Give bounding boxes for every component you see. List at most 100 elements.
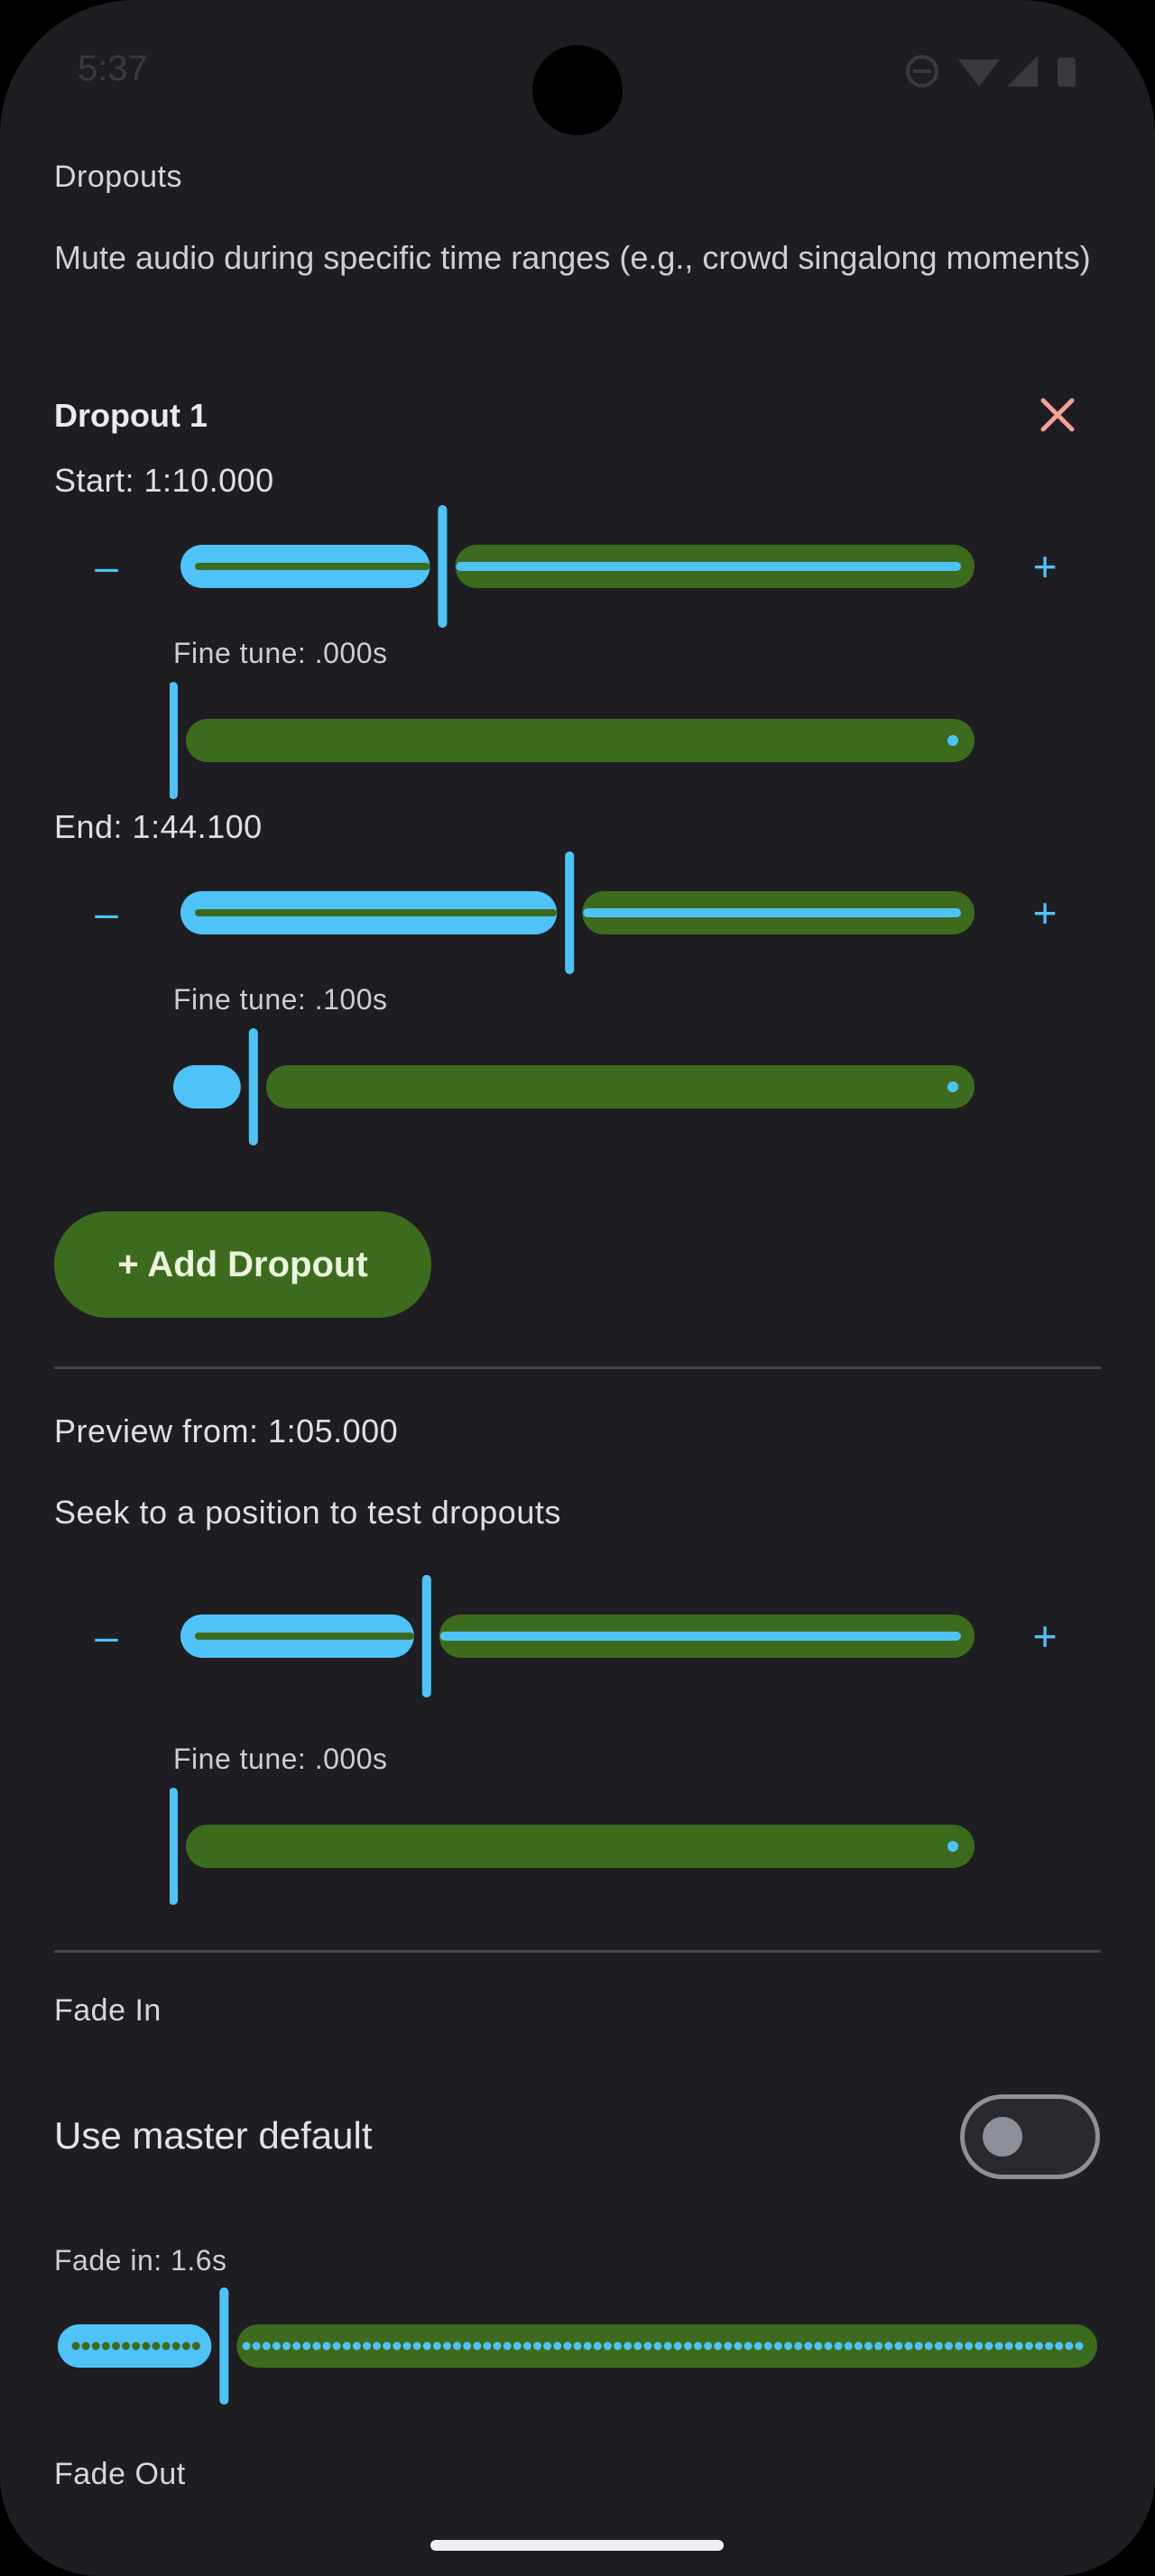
slider-step-dot — [181, 2341, 190, 2351]
close-icon[interactable] — [1036, 393, 1079, 437]
slider-step-dot — [81, 2341, 90, 2351]
slider-step-dot — [714, 2341, 723, 2351]
slider-step-dot — [884, 2341, 893, 2351]
preview-decrement-button[interactable]: – — [79, 1609, 134, 1663]
slider-step-dot — [262, 2341, 271, 2351]
slider-step-dot — [794, 2341, 803, 2351]
slider-step-dot — [814, 2341, 823, 2351]
slider-step-dot — [683, 2341, 692, 2351]
slider-step-dot — [613, 2341, 622, 2351]
slider-step-dot — [1055, 2341, 1064, 2351]
slider-step-dot — [463, 2341, 472, 2351]
slider-step-dot — [453, 2341, 462, 2351]
preview-fine-slider[interactable] — [170, 1788, 978, 1905]
slider-active-track — [173, 1065, 241, 1109]
slider-step-dot — [844, 2341, 853, 2351]
slider-step-dot — [744, 2341, 753, 2351]
slider-step-dot — [1065, 2341, 1074, 2351]
slider-handle — [170, 682, 178, 799]
slider-end-dot — [947, 1841, 958, 1852]
slider-step-dot — [302, 2341, 311, 2351]
slider-step-dot — [994, 2341, 1003, 2351]
slider-step-dot — [503, 2341, 512, 2351]
slider-step-dot — [874, 2341, 883, 2351]
slider-step-dot — [111, 2341, 120, 2351]
preview-hint: Seek to a position to test dropouts — [54, 1494, 561, 1531]
slider-step-dot — [132, 2341, 141, 2351]
start-fine-slider[interactable] — [170, 682, 978, 799]
slider-step-dot — [312, 2341, 321, 2351]
slider-step-dot — [573, 2341, 582, 2351]
preview-label: Preview from: 1:05.000 — [54, 1412, 399, 1449]
slider-step-dot — [402, 2341, 411, 2351]
slider-end-dot — [947, 1081, 958, 1092]
divider — [54, 1366, 1101, 1369]
slider-handle — [248, 1028, 258, 1145]
slider-step-dot — [763, 2341, 772, 2351]
fade-out-title: Fade Out — [54, 2457, 186, 2491]
slider-step-dot — [924, 2341, 933, 2351]
end-coarse-slider[interactable] — [177, 851, 978, 974]
slider-handle — [170, 1788, 178, 1905]
slider-step-dot — [653, 2341, 662, 2351]
slider-step-dot — [673, 2341, 682, 2351]
slider-step-dot — [543, 2341, 552, 2351]
slider-step-dot — [693, 2341, 702, 2351]
slider-step-dot — [352, 2341, 361, 2351]
slider-step-dot — [1024, 2341, 1033, 2351]
slider-step-dot — [784, 2341, 793, 2351]
slider-step-dot — [71, 2341, 80, 2351]
end-decrement-button[interactable]: – — [79, 886, 134, 940]
wifi-icon — [958, 60, 1000, 87]
slider-step-dot — [553, 2341, 562, 2351]
slider-step-dot — [834, 2341, 843, 2351]
slider-step-dot — [142, 2341, 151, 2351]
start-decrement-button[interactable]: – — [79, 539, 134, 593]
slider-step-dot — [432, 2341, 441, 2351]
slider-step-dot — [724, 2341, 733, 2351]
screen: 5:37 Dropouts Mute audio during specific… — [0, 0, 1155, 2576]
slider-step-dot — [643, 2341, 652, 2351]
slider-step-dot — [122, 2341, 131, 2351]
slider-step-dot — [965, 2341, 974, 2351]
divider — [54, 1950, 1101, 1953]
fade-in-slider[interactable] — [54, 2287, 1101, 2405]
slider-step-dot — [442, 2341, 451, 2351]
slider-step-dot — [864, 2341, 873, 2351]
slider-step-dot — [332, 2341, 341, 2351]
preview-coarse-slider[interactable] — [177, 1575, 978, 1697]
slider-inactive-track — [186, 719, 975, 762]
slider-step-dot — [383, 2341, 392, 2351]
slider-step-dot — [914, 2341, 923, 2351]
add-dropout-button[interactable]: + Add Dropout — [54, 1211, 431, 1318]
end-fine-slider[interactable] — [170, 1028, 978, 1145]
dropout-end-label: End: 1:44.100 — [54, 808, 263, 845]
slider-handle — [438, 505, 448, 628]
fade-in-value-label: Fade in: 1.6s — [54, 2244, 227, 2277]
slider-step-dot — [563, 2341, 572, 2351]
end-fine-label: Fine tune: .100s — [173, 983, 388, 1016]
slider-handle — [565, 851, 575, 974]
slider-step-dot — [704, 2341, 713, 2351]
slider-step-dot — [373, 2341, 382, 2351]
slider-step-dot — [753, 2341, 762, 2351]
slider-step-dot — [422, 2341, 431, 2351]
start-coarse-slider[interactable] — [177, 505, 978, 628]
slider-step-dot — [1035, 2341, 1044, 2351]
slider-end-dot — [947, 735, 958, 746]
slider-step-dot — [292, 2341, 301, 2351]
home-indicator[interactable] — [430, 2540, 724, 2551]
end-increment-button[interactable]: + — [1018, 886, 1072, 940]
battery-icon — [1058, 58, 1076, 87]
slider-step-dot — [91, 2341, 100, 2351]
start-increment-button[interactable]: + — [1018, 539, 1072, 593]
slider-step-dot — [1004, 2341, 1013, 2351]
start-fine-label: Fine tune: .000s — [173, 637, 388, 669]
slider-step-dot — [473, 2341, 482, 2351]
toggle-thumb — [983, 2117, 1022, 2157]
slider-step-dot — [955, 2341, 964, 2351]
preview-increment-button[interactable]: + — [1018, 1609, 1072, 1663]
master-default-toggle[interactable] — [960, 2094, 1100, 2179]
dnd-icon — [906, 55, 938, 87]
dropout-title: Dropout 1 — [54, 397, 208, 434]
